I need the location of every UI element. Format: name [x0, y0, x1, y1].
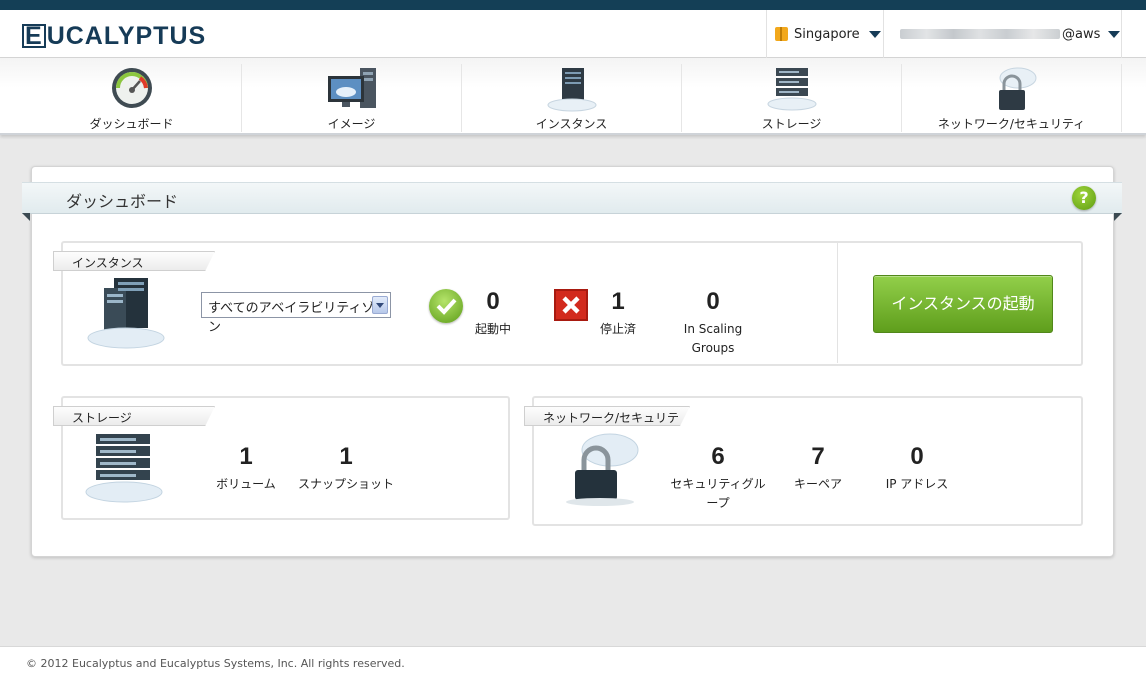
- snapshots-label: スナップショット: [297, 477, 394, 491]
- gauge-icon: [111, 68, 152, 108]
- dashboard-header: ダッシュボード: [22, 182, 1122, 221]
- server-cloud-icon: [87, 278, 165, 349]
- close-icon: [554, 289, 588, 321]
- ip-addresses-stat[interactable]: 0 IP アドレス: [877, 443, 957, 494]
- volumes-label: ボリューム: [216, 477, 276, 491]
- user-suffix: @aws: [1062, 26, 1101, 42]
- ip-label: IP アドレス: [885, 477, 949, 491]
- keypairs-count: 7: [811, 443, 825, 470]
- launch-instance-button[interactable]: インスタンスの起動: [873, 275, 1053, 333]
- banner-fold-right: [1114, 213, 1122, 221]
- nav-item-instances[interactable]: インスタンス: [462, 64, 682, 132]
- keypairs-label: キーペア: [793, 477, 842, 491]
- nav-label: ダッシュボード: [89, 117, 174, 131]
- region-label: Singapore: [794, 26, 860, 42]
- divider: [837, 243, 838, 363]
- scaling-label: In Scaling Groups: [683, 322, 743, 355]
- running-stat[interactable]: 0 起動中: [463, 288, 523, 339]
- nav-label: ストレージ: [761, 117, 822, 131]
- network-tab-label: ネットワーク/セキュリティ: [524, 406, 690, 426]
- nav-label: イメージ: [327, 117, 376, 131]
- cloud-lock-icon: [998, 67, 1036, 110]
- running-count: 0: [486, 288, 500, 315]
- snapshots-stat[interactable]: 1 スナップショット: [296, 443, 396, 494]
- storage-tab-label: ストレージ: [53, 406, 215, 426]
- instances-tab-label: インスタンス: [53, 251, 215, 271]
- chevron-down-icon: [372, 296, 388, 314]
- storage-rack-icon: [767, 68, 816, 111]
- availability-zone-select[interactable]: すべてのアベイラビリティゾーン: [201, 292, 391, 335]
- nav-item-dashboard[interactable]: ダッシュボード: [22, 64, 242, 132]
- stopped-count: 1: [611, 288, 625, 315]
- copyright-text: © 2012 Eucalyptus and Eucalyptus Systems…: [26, 657, 405, 670]
- scaling-groups-stat[interactable]: 0 In Scaling Groups: [673, 288, 753, 358]
- help-icon[interactable]: ?: [1072, 186, 1096, 210]
- nav-label: インスタンス: [535, 117, 608, 131]
- keypairs-stat[interactable]: 7 キーペア: [778, 443, 858, 494]
- user-menu[interactable]: @aws: [886, 10, 1122, 58]
- security-groups-label: セキュリティグル ープ: [670, 477, 766, 510]
- logo-text: UCALYPTUS: [46, 22, 207, 50]
- page-title: ダッシュボード: [66, 192, 179, 211]
- running-label: 起動中: [474, 322, 511, 336]
- nav-item-images[interactable]: イメージ: [242, 64, 462, 132]
- nav-item-storage[interactable]: ストレージ: [682, 64, 902, 132]
- server-cloud-icon: [547, 68, 596, 112]
- eucalyptus-logo[interactable]: E UCALYPTUS: [22, 22, 206, 51]
- snapshots-count: 1: [339, 443, 353, 470]
- banner-fold-left: [22, 213, 30, 221]
- security-groups-count: 6: [711, 443, 725, 470]
- main-nav: ダッシュボード イメージ インスタンス ストレージ ネットワーク/セキュリティ: [0, 58, 1146, 135]
- header: E UCALYPTUS Singapore @aws: [0, 10, 1146, 58]
- ip-count: 0: [910, 443, 924, 470]
- security-groups-stat[interactable]: 6 セキュリティグル ープ: [668, 443, 768, 513]
- volumes-count: 1: [239, 443, 253, 470]
- top-accent-bar: [0, 0, 1146, 10]
- region-box-icon: [775, 27, 788, 41]
- checkmark-icon: [429, 289, 463, 323]
- chevron-down-icon: [1108, 30, 1121, 38]
- scaling-count: 0: [706, 288, 720, 315]
- region-selector[interactable]: Singapore: [766, 10, 884, 58]
- monitor-icon: [327, 68, 376, 108]
- volumes-stat[interactable]: 1 ボリューム: [206, 443, 286, 494]
- chevron-down-icon: [868, 30, 881, 38]
- nav-item-network-security[interactable]: ネットワーク/セキュリティ: [902, 64, 1122, 132]
- cloud-lock-icon: [566, 433, 639, 506]
- footer: © 2012 Eucalyptus and Eucalyptus Systems…: [0, 646, 1146, 692]
- nav-label: ネットワーク/セキュリティ: [937, 117, 1086, 131]
- stopped-label: 停止済: [599, 322, 636, 336]
- stopped-stat[interactable]: 1 停止済: [588, 288, 648, 339]
- storage-rack-icon: [85, 434, 163, 503]
- logo-first-letter: E: [22, 24, 46, 49]
- redacted-username: [900, 29, 1060, 39]
